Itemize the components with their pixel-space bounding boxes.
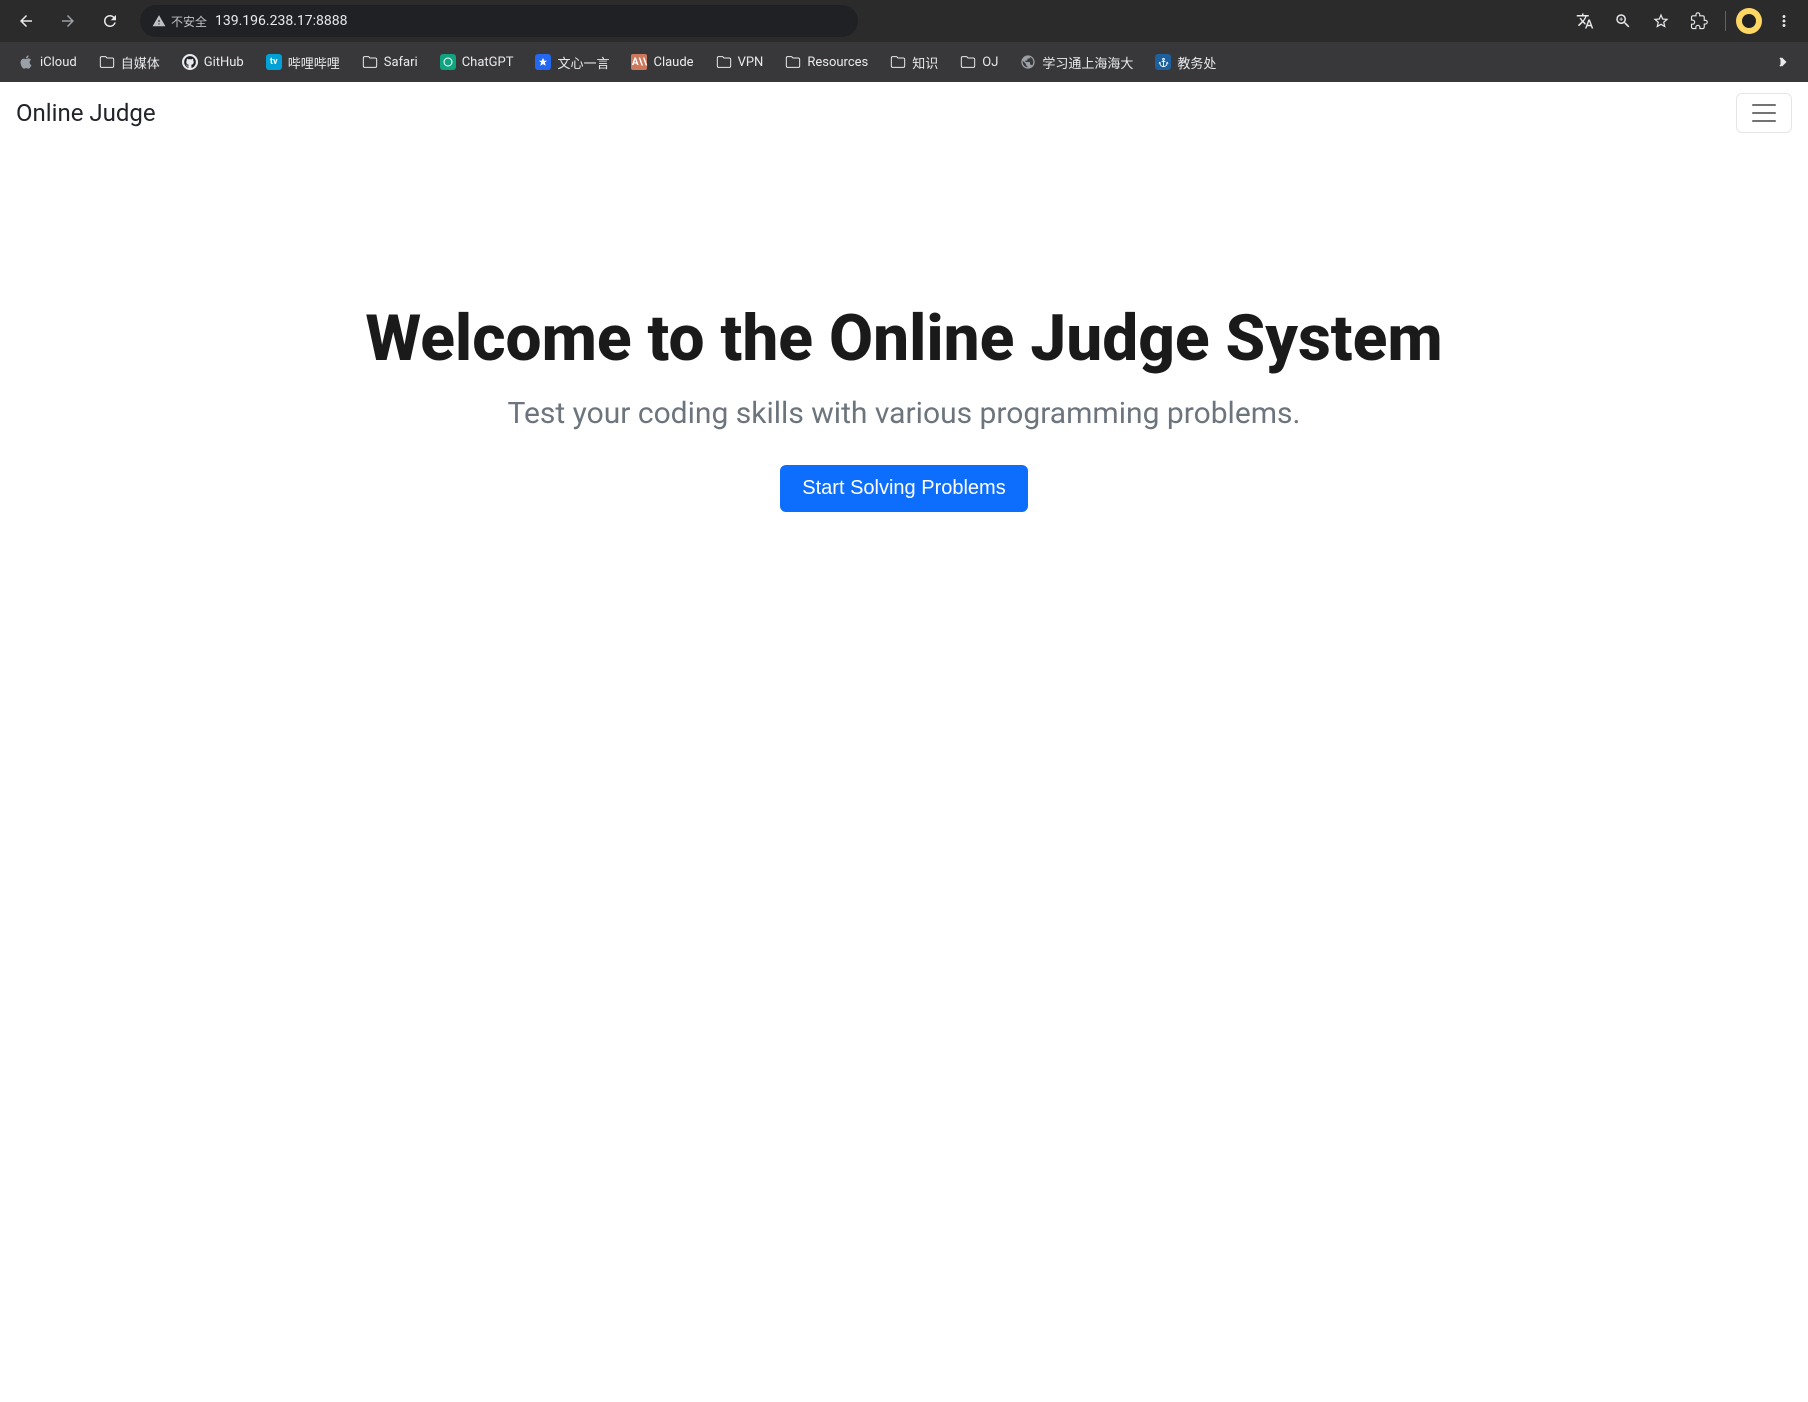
profile-avatar[interactable] xyxy=(1736,8,1762,34)
bookmark-zimeiti[interactable]: 自媒体 xyxy=(91,48,168,77)
bookmark-github[interactable]: GitHub xyxy=(174,49,252,75)
bookmark-oj[interactable]: OJ xyxy=(952,49,1006,75)
bookmark-xuexitong[interactable]: 学习通上海海大 xyxy=(1012,48,1141,77)
bookmark-label: 教务处 xyxy=(1177,53,1216,72)
bilibili-icon: tv xyxy=(266,54,282,70)
bookmark-icloud[interactable]: iCloud xyxy=(10,49,85,75)
bookmark-star-icon[interactable] xyxy=(1645,5,1677,37)
bookmark-label: iCloud xyxy=(40,55,77,70)
menu-icon[interactable] xyxy=(1768,5,1800,37)
folder-icon xyxy=(785,54,801,70)
bookmarks-overflow-button[interactable] xyxy=(1766,46,1798,78)
bookmarks-bar: iCloud 自媒体 GitHub tv 哔哩哔哩 xyxy=(0,42,1808,82)
warning-icon xyxy=(152,14,166,28)
bookmark-resources[interactable]: Resources xyxy=(777,49,876,75)
toolbar-right xyxy=(1569,5,1800,37)
bookmark-bilibili[interactable]: tv 哔哩哔哩 xyxy=(258,48,348,77)
hero-subtitle: Test your coding skills with various pro… xyxy=(40,396,1768,431)
bookmark-label: Safari xyxy=(384,55,418,70)
url-text: 139.196.238.17:8888 xyxy=(215,13,348,29)
apple-icon xyxy=(18,54,34,70)
bookmark-label: 哔哩哔哩 xyxy=(288,53,340,72)
toolbar-divider xyxy=(1725,11,1726,31)
bookmark-vpn[interactable]: VPN xyxy=(708,49,772,75)
folder-icon xyxy=(99,54,115,70)
bookmark-label: VPN xyxy=(738,55,764,70)
hero-section: Welcome to the Online Judge System Test … xyxy=(0,144,1808,552)
folder-icon xyxy=(890,54,906,70)
bookmark-label: 文心一言 xyxy=(557,53,609,72)
github-icon xyxy=(182,54,198,70)
forward-button[interactable] xyxy=(50,3,86,39)
extensions-icon[interactable] xyxy=(1683,5,1715,37)
bookmark-label: 知识 xyxy=(912,53,938,72)
navbar-brand[interactable]: Online Judge xyxy=(16,99,156,127)
bookmark-wenxin[interactable]: 文心一言 xyxy=(527,48,617,77)
back-button[interactable] xyxy=(8,3,44,39)
claude-icon: A\\ xyxy=(631,54,647,70)
bookmark-label: Claude xyxy=(653,55,693,70)
start-solving-button[interactable]: Start Solving Problems xyxy=(780,465,1027,512)
bookmark-zhishi[interactable]: 知识 xyxy=(882,48,946,77)
browser-chrome: 不安全 139.196.238.17:8888 xyxy=(0,0,1808,82)
security-label: 不安全 xyxy=(171,13,207,30)
bookmark-label: ChatGPT xyxy=(462,55,514,70)
reload-button[interactable] xyxy=(92,3,128,39)
bookmark-label: 学习通上海海大 xyxy=(1042,53,1133,72)
bookmark-jiaowuchu[interactable]: 教务处 xyxy=(1147,48,1224,77)
bookmark-label: Resources xyxy=(807,55,868,70)
hero-title: Welcome to the Online Judge System xyxy=(40,304,1768,374)
bookmark-safari[interactable]: Safari xyxy=(354,49,426,75)
globe-icon xyxy=(1020,54,1036,70)
browser-toolbar: 不安全 139.196.238.17:8888 xyxy=(0,0,1808,42)
bookmark-chatgpt[interactable]: ChatGPT xyxy=(432,49,522,75)
zoom-icon[interactable] xyxy=(1607,5,1639,37)
wenxin-icon xyxy=(535,54,551,70)
security-badge: 不安全 xyxy=(152,13,207,30)
navbar-toggler-button[interactable] xyxy=(1736,93,1792,133)
bookmark-label: 自媒体 xyxy=(121,53,160,72)
translate-icon[interactable] xyxy=(1569,5,1601,37)
folder-icon xyxy=(362,54,378,70)
navbar: Online Judge xyxy=(0,82,1808,144)
bookmark-claude[interactable]: A\\ Claude xyxy=(623,49,701,75)
address-bar[interactable]: 不安全 139.196.238.17:8888 xyxy=(140,5,858,37)
anchor-icon xyxy=(1155,54,1171,70)
chatgpt-icon xyxy=(440,54,456,70)
folder-icon xyxy=(960,54,976,70)
hamburger-icon xyxy=(1752,104,1776,122)
page-content: Online Judge Welcome to the Online Judge… xyxy=(0,82,1808,552)
bookmark-label: OJ xyxy=(982,55,998,70)
folder-icon xyxy=(716,54,732,70)
bookmark-label: GitHub xyxy=(204,55,244,70)
